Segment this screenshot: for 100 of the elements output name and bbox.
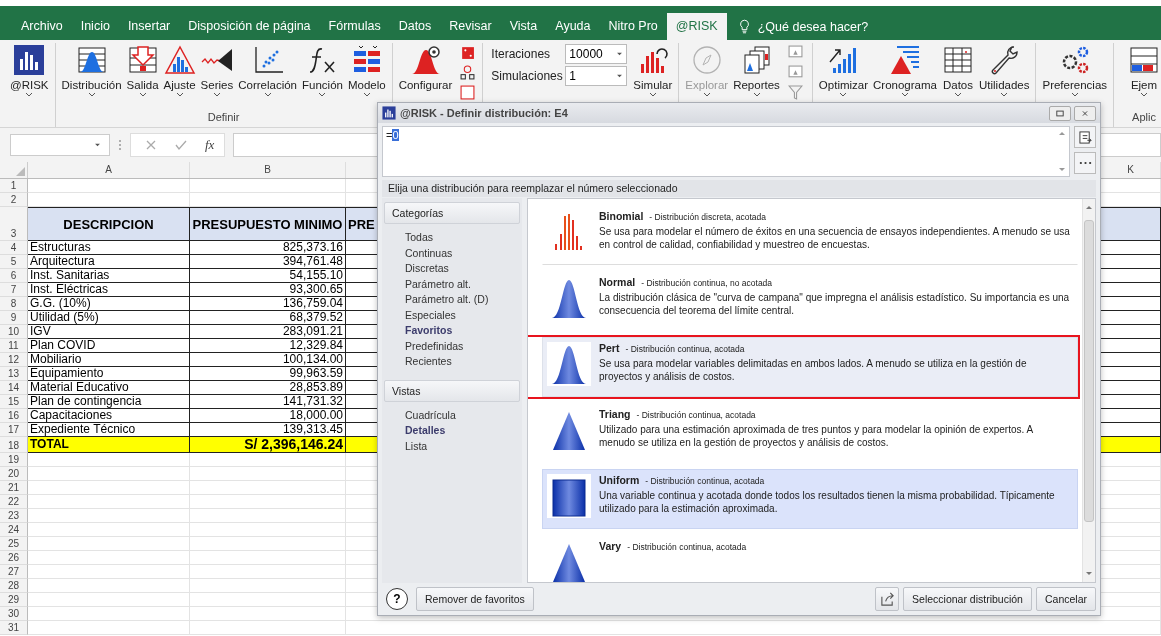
- ribbon-button[interactable]: Distribución: [60, 43, 123, 107]
- ribbon-button[interactable]: Correlación: [237, 43, 298, 107]
- ribbon-button[interactable]: Configurar: [397, 43, 454, 107]
- distribution-item[interactable]: Normal - Distribución continua, no acotada La distribución clásica de "curva de campana" que impregna el análisis estadístico. Su importancia es una consecuencia del teorema del límite central.: [542, 271, 1078, 331]
- ribbon-tab[interactable]: Ayuda: [546, 13, 600, 40]
- distribution-item[interactable]: Uniform - Distribución continua, acotada Una variable continua y acotada donde todos los resultados tienen la misma probabilidad. Típicamente utilizado para la estimación aproximada.: [542, 469, 1078, 529]
- column-header[interactable]: A: [28, 162, 190, 178]
- scroll-up-icon[interactable]: [1058, 131, 1066, 136]
- ribbon-button[interactable]: @RISK: [9, 43, 50, 107]
- add-input-button[interactable]: [1074, 126, 1096, 148]
- comment-icon[interactable]: [787, 45, 803, 60]
- ribbon-tab[interactable]: Vista: [500, 13, 547, 40]
- combo-field[interactable]: 1: [565, 66, 628, 86]
- ribbon-button[interactable]: Utilidades: [977, 43, 1031, 107]
- table-cell: TOTAL: [28, 437, 190, 453]
- ribbon-button[interactable]: Salida: [125, 43, 160, 107]
- nav-item[interactable]: Parámetro alt. (D): [405, 292, 522, 308]
- insert-function-button[interactable]: fx: [205, 137, 215, 153]
- nav-item[interactable]: Cuadrícula: [405, 407, 522, 423]
- scrollbar-thumb[interactable]: [1084, 219, 1094, 522]
- ribbon-button[interactable]: Simular: [632, 43, 674, 107]
- distribution-summary: - Distribución continua, acotada: [645, 476, 765, 486]
- nav-item[interactable]: Parámetro alt.: [405, 276, 522, 292]
- chart-window-icon[interactable]: [460, 85, 476, 100]
- help-button[interactable]: ?: [386, 588, 408, 610]
- scroll-down-icon[interactable]: [1058, 167, 1066, 172]
- table-cell: 100,134.00: [190, 353, 346, 367]
- distribution-name: Pert: [599, 342, 620, 354]
- nav-item[interactable]: Favoritos: [405, 323, 522, 339]
- check-icon[interactable]: [175, 139, 187, 151]
- ribbon-tab[interactable]: Nitro Pro: [599, 13, 667, 40]
- row-number: 12: [0, 353, 28, 367]
- column-header[interactable]: B: [190, 162, 346, 178]
- distribution-item[interactable]: Pert - Distribución continua, acotada Se usa para modelar variables delimitadas en ambos lados. A menudo se utiliza en la gestión de proyectos y análisis de costos.: [542, 337, 1078, 397]
- caret-icon: [362, 92, 371, 97]
- ribbon-tab[interactable]: Disposición de página: [179, 13, 320, 40]
- table-cell: 28,853.89: [190, 381, 346, 395]
- row-number: 28: [0, 579, 28, 593]
- nav-item[interactable]: Discretas: [405, 261, 522, 277]
- nav-item[interactable]: Recientes: [405, 354, 522, 370]
- select-all-icon[interactable]: [16, 167, 25, 176]
- ribbon-tab[interactable]: Fórmulas: [319, 13, 390, 40]
- row-number: 21: [0, 481, 28, 495]
- table-cell: Plan COVID: [28, 339, 190, 353]
- ribbon-button[interactable]: Función: [301, 43, 344, 107]
- name-box[interactable]: [10, 134, 110, 156]
- ribbon-button[interactable]: Preferencias: [1041, 43, 1109, 107]
- distribution-item[interactable]: Vary - Distribución continua, acotada: [542, 535, 1078, 582]
- row-number: 2: [0, 193, 28, 207]
- caret-icon: [263, 92, 272, 97]
- remove-favorites-button[interactable]: Remover de favoritos: [416, 587, 534, 611]
- cancel-button[interactable]: Cancelar: [1035, 587, 1096, 611]
- nav-item[interactable]: Detalles: [405, 423, 522, 439]
- section-header[interactable]: Vistas: [384, 379, 520, 402]
- ribbon-tab[interactable]: Datos: [389, 13, 441, 40]
- nav-item[interactable]: Lista: [405, 438, 522, 454]
- table-cell: IGV: [28, 325, 190, 339]
- ellipsis-icon: [1078, 161, 1092, 165]
- combo-field[interactable]: 10000: [565, 44, 628, 64]
- table-cell: 54,155.10: [190, 269, 346, 283]
- filter-icon[interactable]: [787, 85, 803, 100]
- compass-icon: [690, 44, 723, 76]
- nav-item[interactable]: Predefinidas: [405, 338, 522, 354]
- bell-curve-icon: [75, 44, 108, 76]
- ribbon-button[interactable]: Ejem: [1127, 43, 1161, 107]
- row-number: 15: [0, 395, 28, 409]
- scrollbar[interactable]: [1082, 199, 1095, 582]
- nav-item[interactable]: Continuas: [405, 245, 522, 261]
- row-number: 19: [0, 453, 28, 467]
- nav-item[interactable]: Especiales: [405, 307, 522, 323]
- ribbon-button[interactable]: Series: [199, 43, 235, 107]
- caret-icon: [87, 92, 96, 97]
- data-table-icon: [941, 44, 974, 76]
- row-number: 22: [0, 495, 28, 509]
- caret-icon: [1140, 92, 1148, 97]
- table-cell: 99,963.59: [190, 367, 346, 381]
- dice-icon[interactable]: [460, 45, 476, 60]
- row-number: 5: [0, 255, 28, 269]
- network-icon[interactable]: [460, 65, 476, 80]
- ribbon-tab[interactable]: Inicio: [71, 13, 119, 40]
- ribbon-button[interactable]: Cronograma: [872, 43, 938, 107]
- scroll-up-icon[interactable]: [1085, 205, 1093, 210]
- ribbon-tab[interactable]: @RISK: [666, 13, 727, 40]
- caret-icon: [212, 92, 221, 97]
- ribbon-tab[interactable]: Revisar: [440, 13, 501, 40]
- ribbon-tab[interactable]: Insertar: [118, 13, 180, 40]
- section-header[interactable]: Categorías: [384, 202, 520, 224]
- restore-button[interactable]: [1049, 105, 1071, 121]
- select-distribution-button[interactable]: Seleccionar distribución: [903, 587, 1032, 611]
- cancel-icon[interactable]: [145, 139, 157, 151]
- scroll-down-icon[interactable]: [1085, 571, 1093, 576]
- export-button[interactable]: [875, 587, 900, 611]
- ribbon-tab[interactable]: Archivo: [12, 13, 72, 40]
- formula-editor[interactable]: =0: [382, 126, 1070, 177]
- ribbon-button[interactable]: Optimizar: [817, 43, 870, 107]
- tell-me-search[interactable]: ¿Qué desea hacer?: [738, 13, 869, 40]
- ribbon-button[interactable]: Modelo: [346, 43, 387, 107]
- ribbon-button[interactable]: Ajuste: [162, 43, 197, 107]
- comment-icon[interactable]: [787, 65, 803, 80]
- close-button[interactable]: [1074, 105, 1096, 121]
